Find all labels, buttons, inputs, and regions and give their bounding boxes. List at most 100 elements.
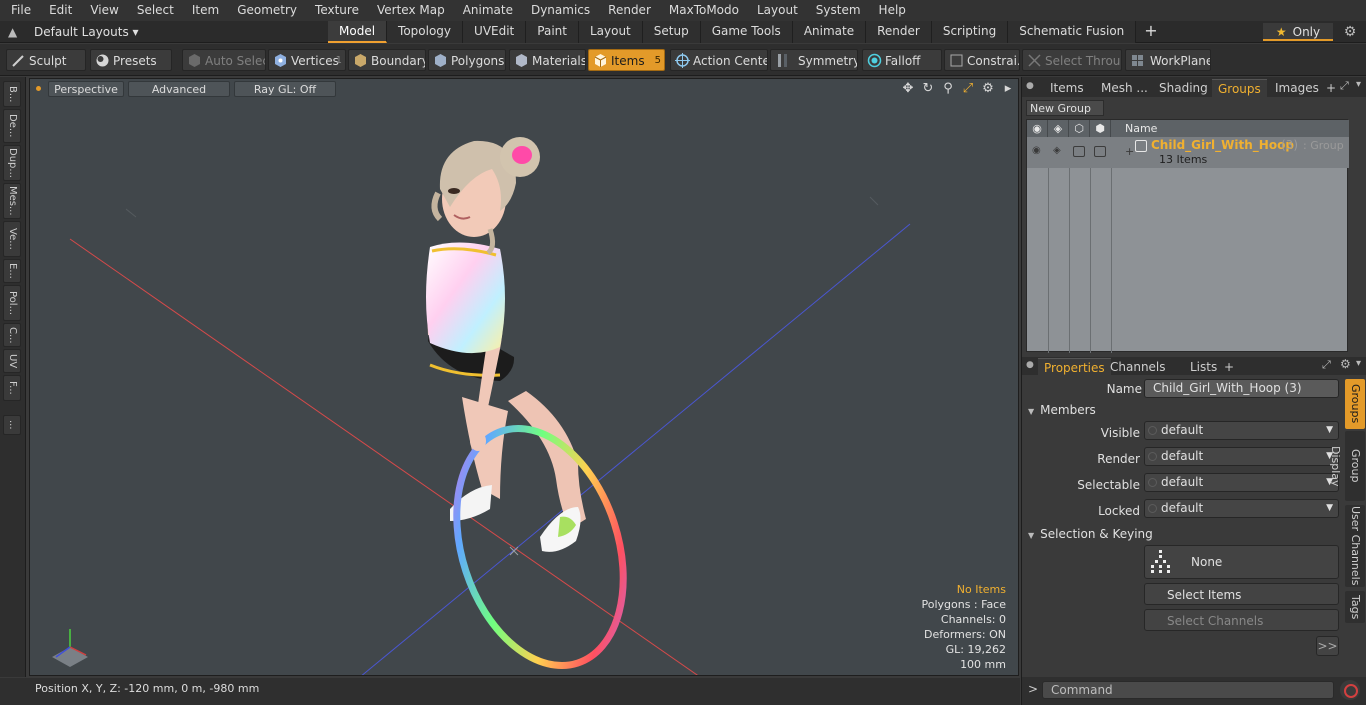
tab-uvedit[interactable]: UVEdit	[463, 21, 527, 43]
vertices-button[interactable]: Vertices 1	[268, 49, 346, 71]
members-section[interactable]: ▼ Members	[1028, 403, 1343, 418]
symmetry-button[interactable]: Symmetry	[770, 49, 858, 71]
auto-select-button[interactable]: Auto Select	[182, 49, 266, 71]
render-select[interactable]: default▼	[1144, 447, 1339, 466]
table-row[interactable]: ◉ ◈ + Child_Girl_With_Hoop (3) : Group 1…	[1027, 137, 1349, 168]
tab-layout[interactable]: Layout	[578, 21, 643, 43]
workplane-button[interactable]: WorkPlane	[1125, 49, 1211, 71]
tab-images[interactable]: Images	[1269, 79, 1325, 97]
menu-edit[interactable]: Edit	[38, 0, 79, 21]
strip-tab-more[interactable]: ...	[3, 415, 21, 435]
properties-gear-icon[interactable]: ⚙	[1340, 357, 1351, 371]
menu-texture[interactable]: Texture	[304, 0, 366, 21]
strip-tab-duplicate[interactable]: Dup...	[3, 145, 21, 181]
visible-select[interactable]: default ▼	[1144, 421, 1339, 440]
menu-dynamics[interactable]: Dynamics	[520, 0, 597, 21]
viewport-gear-icon[interactable]: ⚙	[980, 81, 996, 97]
action-center-button[interactable]: Action Center	[670, 49, 768, 71]
presets-button[interactable]: Presets	[90, 49, 172, 71]
gear-icon[interactable]: ⚙	[1341, 23, 1359, 41]
selectable-select[interactable]: default▼	[1144, 473, 1339, 492]
strip-tab-edge[interactable]: E...	[3, 259, 21, 283]
menu-item[interactable]: Item	[181, 0, 226, 21]
menu-system[interactable]: System	[805, 0, 868, 21]
select-channels-button[interactable]: Select Channels	[1144, 609, 1339, 631]
side-tab-group-display[interactable]: Group Display	[1329, 431, 1365, 501]
selection-keying-section[interactable]: ▼ Selection & Keying	[1028, 527, 1343, 542]
eye-icon[interactable]: ◉	[1027, 120, 1048, 137]
expand-plus-icon[interactable]: +	[1125, 145, 1134, 158]
add-panel-tab-button[interactable]: +	[1320, 79, 1342, 97]
viewport-menu-dot[interactable]	[36, 86, 41, 91]
perspective-button[interactable]: Perspective	[48, 81, 124, 97]
side-tab-user-channels[interactable]: User Channels	[1345, 505, 1365, 587]
expand-icon[interactable]: ⤢	[1340, 79, 1349, 93]
render-icon[interactable]: ◈	[1048, 120, 1069, 137]
tab-schematic-fusion[interactable]: Schematic Fusion	[1008, 21, 1137, 43]
zoom-view-icon[interactable]: ⚲	[940, 81, 956, 97]
rotate-view-icon[interactable]: ↻	[920, 81, 936, 97]
row-select-checkbox[interactable]	[1094, 146, 1106, 157]
items-button[interactable]: Items 5	[588, 49, 665, 71]
raygl-button[interactable]: Ray GL: Off	[234, 81, 336, 97]
side-tab-tags[interactable]: Tags	[1345, 591, 1365, 623]
tab-paint[interactable]: Paint	[526, 21, 579, 43]
select-icon[interactable]: ⬢	[1090, 120, 1111, 137]
viewport-play-icon[interactable]: ▸	[1000, 81, 1016, 97]
menu-file[interactable]: File	[0, 0, 38, 21]
add-prop-tab-button[interactable]: +	[1218, 358, 1240, 376]
advanced-button[interactable]: Advanced	[128, 81, 230, 97]
strip-tab-basic[interactable]: B...	[3, 81, 21, 107]
panel-menu-icon[interactable]: ▾	[1356, 79, 1361, 90]
tab-items[interactable]: Items	[1044, 79, 1090, 97]
groups-scrollbar[interactable]	[1349, 119, 1361, 352]
menu-geometry[interactable]: Geometry	[226, 0, 304, 21]
tab-shading[interactable]: Shading	[1153, 79, 1214, 97]
boundary-button[interactable]: Boundary	[348, 49, 426, 71]
polygons-button[interactable]: Polygons	[428, 49, 506, 71]
strip-tab-polygon[interactable]: Pol...	[3, 285, 21, 321]
more-button[interactable]: >>	[1316, 636, 1339, 656]
tab-model[interactable]: Model	[328, 21, 388, 43]
falloff-button[interactable]: Falloff	[862, 49, 942, 71]
menu-help[interactable]: Help	[868, 0, 913, 21]
tab-scripting[interactable]: Scripting	[931, 21, 1009, 43]
add-tab-button[interactable]: +	[1136, 21, 1165, 43]
constraints-button[interactable]: Constrai...	[944, 49, 1020, 71]
tab-properties[interactable]: Properties	[1038, 358, 1111, 376]
3d-viewport[interactable]: Perspective Advanced Ray GL: Off ✥ ↻ ⚲ ⤢…	[29, 78, 1019, 676]
record-macro-icon[interactable]	[1340, 680, 1360, 700]
tab-topology[interactable]: Topology	[387, 21, 464, 43]
tab-render[interactable]: Render	[866, 21, 932, 43]
layout-selector[interactable]: ▲ Default Layouts ▾	[8, 21, 139, 43]
menu-maxtomodo[interactable]: MaxToModo	[658, 0, 746, 21]
menu-layout[interactable]: Layout	[746, 0, 805, 21]
side-tab-groups[interactable]: Groups	[1345, 379, 1365, 429]
tab-animate[interactable]: Animate	[792, 21, 867, 43]
menu-animate[interactable]: Animate	[452, 0, 520, 21]
menu-render[interactable]: Render	[597, 0, 658, 21]
column-name[interactable]: Name	[1111, 120, 1349, 137]
strip-tab-mesh[interactable]: Mes...	[3, 183, 21, 219]
none-button[interactable]: None	[1144, 545, 1339, 579]
move-view-icon[interactable]: ✥	[900, 81, 916, 97]
command-input[interactable]: Command	[1042, 681, 1334, 699]
strip-tab-curve[interactable]: C...	[3, 323, 21, 347]
only-toggle[interactable]: ★ Only	[1263, 23, 1333, 41]
panel-menu-icon[interactable]: ▾	[1356, 358, 1361, 369]
tab-groups[interactable]: Groups	[1212, 79, 1267, 97]
strip-tab-uv[interactable]: UV	[3, 349, 21, 373]
select-items-button[interactable]: Select Items	[1144, 583, 1339, 605]
strip-tab-fusion[interactable]: F...	[3, 375, 21, 401]
materials-button[interactable]: Materials	[509, 49, 586, 71]
menu-select[interactable]: Select	[126, 0, 181, 21]
strip-tab-vertex[interactable]: Ve...	[3, 221, 21, 257]
tab-setup[interactable]: Setup	[642, 21, 701, 43]
new-group-button[interactable]: New Group	[1026, 100, 1104, 116]
expand-icon[interactable]: ⤢	[1322, 358, 1331, 372]
tab-game-tools[interactable]: Game Tools	[700, 21, 793, 43]
select-through-button[interactable]: Select Through	[1022, 49, 1122, 71]
locked-select[interactable]: default ▼	[1144, 499, 1339, 518]
row-render-icon[interactable]: ◈	[1053, 145, 1061, 156]
row-eye-icon[interactable]: ◉	[1032, 145, 1041, 156]
